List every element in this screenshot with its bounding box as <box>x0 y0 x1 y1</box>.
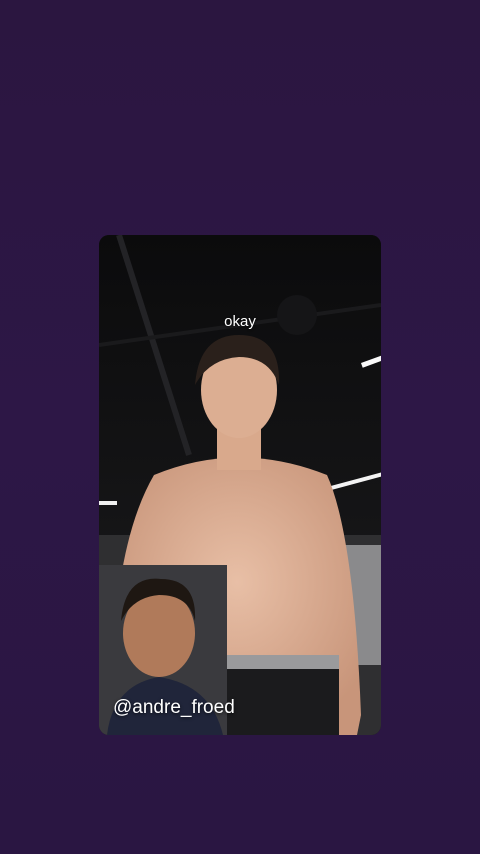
caption-text: okay <box>224 313 256 330</box>
creator-handle[interactable]: @andre_froed <box>113 697 235 719</box>
video-card[interactable]: okay @andre_froed <box>99 235 381 735</box>
